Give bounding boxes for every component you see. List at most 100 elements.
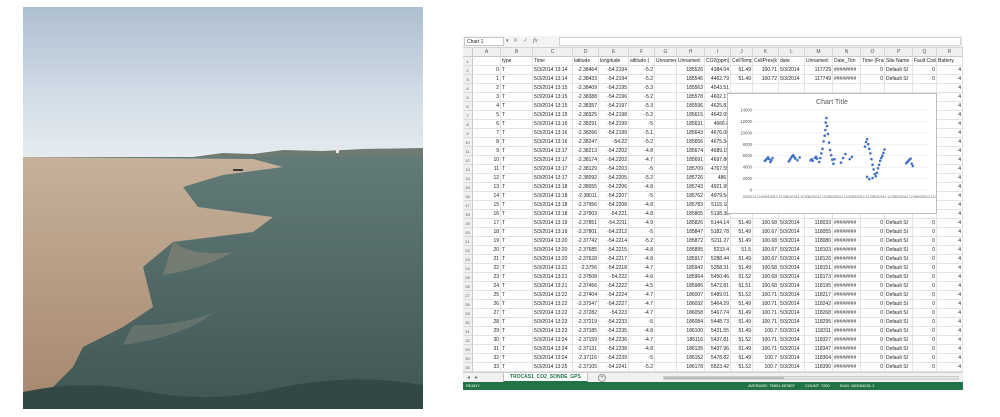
table-cell[interactable]: Default SI — [885, 228, 913, 237]
table-cell[interactable]: 4 — [937, 165, 963, 174]
fx-icon[interactable]: fx — [533, 37, 537, 46]
table-cell[interactable]: 4 — [937, 219, 963, 228]
table-cell[interactable]: T — [501, 174, 533, 183]
table-cell[interactable]: T — [501, 75, 533, 84]
table-cell[interactable]: 5/3/2014 13:17 — [533, 165, 573, 174]
table-cell[interactable]: -54.2202 — [599, 156, 629, 165]
table-cell[interactable]: -5 — [629, 354, 655, 363]
table-cell[interactable]: -54.2236 — [599, 336, 629, 345]
table-cell[interactable]: 185826 — [677, 219, 705, 228]
table-cell[interactable]: -5 — [629, 165, 655, 174]
table-cell[interactable]: -4.8 — [629, 147, 655, 156]
header-cell[interactable]: Date_Tim — [833, 57, 861, 66]
table-cell[interactable]: 5/3/2014 13:20 — [533, 237, 573, 246]
table-cell[interactable]: -4.5 — [629, 282, 655, 291]
table-cell[interactable]: 0 — [861, 273, 885, 282]
table-cell[interactable] — [731, 84, 753, 93]
table-cell[interactable]: 0 — [913, 255, 937, 264]
table-cell[interactable]: 118080 — [805, 237, 833, 246]
table-cell[interactable]: 118295 — [805, 318, 833, 327]
horizontal-scrollbar[interactable] — [663, 376, 959, 380]
table-cell[interactable]: 5/3/2014 13:16 — [533, 138, 573, 147]
table-cell[interactable]: 31 — [473, 345, 501, 354]
table-cell[interactable]: -54.2194 — [599, 66, 629, 75]
plus-icon[interactable]: + — [598, 374, 606, 382]
table-cell[interactable]: 100.67 — [753, 228, 779, 237]
table-cell[interactable]: -4.9 — [629, 219, 655, 228]
table-cell[interactable]: 4 — [937, 201, 963, 210]
table-cell[interactable]: 100.72 — [753, 75, 779, 84]
table-cell[interactable]: -4.6 — [629, 273, 655, 282]
table-cell[interactable]: 4 — [937, 174, 963, 183]
column-header-h[interactable]: H — [677, 48, 705, 57]
table-cell[interactable]: 5/3/2014 — [779, 309, 805, 318]
table-cell[interactable]: -54.2202 — [599, 147, 629, 156]
row-number[interactable]: 26 — [463, 282, 473, 291]
table-cell[interactable]: 51.52 — [731, 291, 753, 300]
table-cell[interactable]: Default SI — [885, 237, 913, 246]
table-cell[interactable]: 27 — [473, 309, 501, 318]
table-cell[interactable]: T — [501, 309, 533, 318]
row-number[interactable]: 18 — [463, 210, 473, 219]
select-all-corner[interactable] — [463, 48, 473, 57]
table-cell[interactable]: -2.38129 — [573, 165, 599, 174]
table-cell[interactable]: 5182.78 — [705, 228, 731, 237]
table-cell[interactable] — [655, 174, 677, 183]
table-cell[interactable]: 5/3/2014 13:14 — [533, 75, 573, 84]
table-cell[interactable]: 5/3/2014 13:15 — [533, 102, 573, 111]
table-cell[interactable]: 0 — [861, 282, 885, 291]
table-cell[interactable]: 0 — [913, 246, 937, 255]
table-cell[interactable]: 5144.14 — [705, 219, 731, 228]
row-number[interactable]: 29 — [463, 309, 473, 318]
table-cell[interactable]: -2.38357 — [573, 102, 599, 111]
table-cell[interactable] — [655, 138, 677, 147]
table-cell[interactable]: 0 — [913, 264, 937, 273]
table-cell[interactable]: 4 — [473, 102, 501, 111]
table-cell[interactable]: 5 — [473, 111, 501, 120]
table-cell[interactable]: -2.37508 — [573, 273, 599, 282]
table-cell[interactable]: 100.68 — [753, 219, 779, 228]
check-icon[interactable]: ✓ — [523, 37, 528, 46]
table-cell[interactable]: 28 — [473, 318, 501, 327]
table-cell[interactable]: 5437.81 — [705, 336, 731, 345]
table-cell[interactable]: -54.2196 — [599, 93, 629, 102]
table-cell[interactable]: 185743 — [677, 183, 705, 192]
table-cell[interactable]: 185805 — [677, 210, 705, 219]
table-cell[interactable]: 100.71 — [753, 336, 779, 345]
table-cell[interactable]: 186084 — [677, 318, 705, 327]
table-cell[interactable]: Default SI — [885, 75, 913, 84]
table-cell[interactable]: -54.2215 — [599, 246, 629, 255]
column-header-p[interactable]: P — [885, 48, 913, 57]
table-cell[interactable]: -2.37116 — [573, 354, 599, 363]
header-cell[interactable]: CO2(ppm) — [705, 57, 731, 66]
table-cell[interactable]: 0 — [861, 264, 885, 273]
table-cell[interactable]: 4 — [937, 120, 963, 129]
header-cell[interactable]: Site Name — [885, 57, 913, 66]
table-cell[interactable] — [655, 255, 677, 264]
table-cell[interactable]: 0 — [913, 228, 937, 237]
table-cell[interactable]: 24 — [473, 282, 501, 291]
column-header-d[interactable]: D — [573, 48, 599, 57]
table-cell[interactable]: 118311 — [805, 327, 833, 336]
table-cell[interactable]: 5/3/2014 — [779, 354, 805, 363]
table-cell[interactable]: -54.2211 — [599, 219, 629, 228]
cancel-icon[interactable]: ✕ — [513, 37, 518, 46]
table-cell[interactable] — [655, 264, 677, 273]
row-number[interactable]: 34 — [463, 354, 473, 363]
table-cell[interactable]: 22 — [473, 264, 501, 273]
row-number[interactable]: 22 — [463, 246, 473, 255]
table-cell[interactable]: T — [501, 147, 533, 156]
table-cell[interactable] — [655, 147, 677, 156]
table-cell[interactable]: 4 — [937, 66, 963, 75]
table-cell[interactable]: 0 — [861, 66, 885, 75]
table-cell[interactable]: 100.68 — [753, 237, 779, 246]
table-cell[interactable]: 4 — [937, 210, 963, 219]
column-header-f[interactable]: F — [629, 48, 655, 57]
table-cell[interactable]: 51.51 — [731, 282, 753, 291]
table-cell[interactable]: -5 — [629, 228, 655, 237]
table-cell[interactable]: -5.2 — [629, 237, 655, 246]
table-cell[interactable]: 5/3/2014 13:17 — [533, 156, 573, 165]
table-cell[interactable]: 51.49 — [731, 66, 753, 75]
table-cell[interactable]: 5/3/2014 — [779, 345, 805, 354]
table-cell[interactable]: 4 — [937, 129, 963, 138]
